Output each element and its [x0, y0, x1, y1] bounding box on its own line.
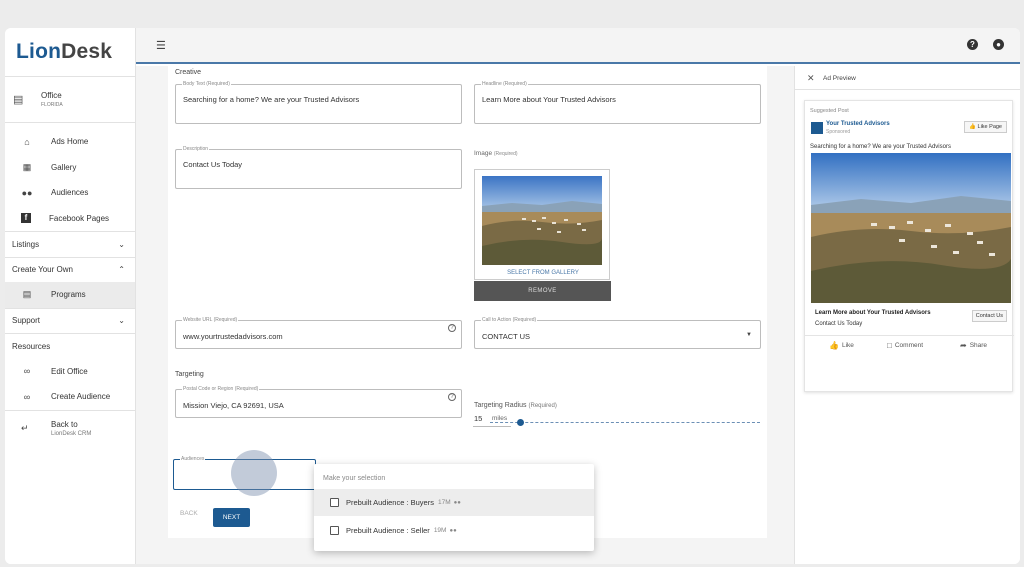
radius-slider-track[interactable]	[490, 422, 760, 423]
audience-option-buyers[interactable]: Prebuilt Audience : Buyers 17M ●●	[314, 489, 594, 516]
postal-code-field[interactable]: Postal Code or Region (Required) Mission…	[175, 386, 462, 418]
headline-field[interactable]: Headline (Required) Learn More about You…	[474, 81, 761, 124]
office-region: FLORIDA	[41, 102, 63, 108]
top-bar: ☰ ? ●	[136, 28, 1020, 64]
audience-dropdown: Make your selection Prebuilt Audience : …	[314, 464, 594, 551]
image-picker: SELECT FROM GALLERY	[474, 169, 610, 280]
people-icon: ●●	[21, 187, 33, 198]
sidebar-section-support[interactable]: Support ⌄	[5, 307, 135, 334]
liondesk-logo[interactable]: Li o n Desk	[5, 28, 135, 76]
people-icon: ●●	[453, 499, 461, 506]
home-icon: ⌂	[24, 136, 30, 147]
gallery-icon: ▦	[22, 161, 32, 172]
caret-down-icon: ▼	[746, 332, 752, 338]
facebook-post-preview: Suggested Post Your Trusted Advisors Spo…	[804, 100, 1014, 392]
dropdown-header: Make your selection	[323, 475, 386, 482]
office-name: Office	[41, 91, 62, 100]
checkbox[interactable]	[330, 498, 339, 507]
post-description: Contact Us Today	[815, 321, 863, 327]
sidebar-item-edit-office[interactable]: ∞ Edit Office	[5, 359, 135, 385]
thumbs-up-icon: 👍	[829, 341, 839, 350]
website-url-field[interactable]: Website URL (Required) www.yourtrustedad…	[175, 317, 462, 349]
share-icon: ➦	[960, 341, 967, 350]
selected-image	[482, 176, 602, 265]
building-icon: ▤	[13, 94, 24, 106]
sidebar-section-create-your-own[interactable]: Create Your Own ⌃	[5, 256, 135, 283]
post-headline: Learn More about Your Trusted Advisors	[815, 310, 931, 316]
sidebar-item-facebook-pages[interactable]: f Facebook Pages	[5, 206, 135, 232]
image-label: Image (Required)	[474, 150, 518, 157]
back-to-crm[interactable]: ↵ Back to LionDesk CRM	[5, 409, 135, 446]
main-content: Creative Body Text (Required) Searching …	[136, 66, 794, 564]
post-image	[811, 153, 1011, 303]
sidebar-section-listings[interactable]: Listings ⌄	[5, 231, 135, 257]
back-button[interactable]: BACK	[180, 510, 198, 517]
office-selector[interactable]: ▤ Office FLORIDA	[5, 77, 135, 123]
sidebar: Li o n Desk ▤ Office FLORIDA ⌂ Ads Home ▦ G…	[5, 28, 136, 564]
call-to-action-select[interactable]: Call to Action (Required) CONTACT US ▼	[474, 317, 761, 349]
help-icon[interactable]: ?	[448, 393, 456, 401]
return-arrow-icon: ↵	[21, 422, 29, 433]
sidebar-item-audiences[interactable]: ●● Audiences	[5, 180, 135, 206]
app-window: Li o n Desk ▤ Office FLORIDA ⌂ Ads Home ▦ G…	[5, 28, 1020, 564]
post-cta-button: Contact Us	[971, 310, 1007, 322]
sidebar-item-ads-home[interactable]: ⌂ Ads Home	[5, 129, 135, 155]
people-icon: ●●	[449, 527, 457, 534]
creative-section-label: Creative	[175, 69, 202, 76]
share-action: ➦ Share	[960, 341, 988, 350]
audience-option-seller[interactable]: Prebuilt Audience : Seller 19M ●●	[314, 517, 594, 544]
comment-icon: □	[887, 341, 892, 350]
sidebar-item-gallery[interactable]: ▦ Gallery	[5, 155, 135, 181]
chevron-down-icon: ⌄	[118, 239, 125, 249]
help-icon[interactable]: ?	[448, 324, 456, 332]
help-icon[interactable]: ?	[967, 39, 978, 50]
ad-form-card: Creative Body Text (Required) Searching …	[168, 66, 767, 551]
radius-value[interactable]: 15	[474, 414, 482, 423]
like-action: 👍 Like	[829, 341, 854, 350]
link-icon: ∞	[23, 366, 31, 377]
post-body: Searching for a home? We are your Truste…	[810, 144, 951, 150]
facebook-icon: f	[21, 213, 31, 224]
radius-slider-handle[interactable]	[517, 419, 524, 426]
body-text-field[interactable]: Body Text (Required) Searching for a hom…	[175, 81, 462, 124]
chevron-up-icon: ⌃	[118, 265, 125, 275]
like-page-button: 👍 Like Page	[964, 121, 1007, 133]
sidebar-section-resources: Resources	[5, 333, 135, 359]
sidebar-item-create-audience[interactable]: ∞ Create Audience	[5, 384, 135, 410]
next-button[interactable]: NEXT	[213, 508, 250, 527]
page-avatar	[811, 122, 823, 134]
close-icon[interactable]: ✕	[807, 73, 815, 84]
preview-header: ✕ Ad Preview	[795, 66, 1020, 90]
account-icon[interactable]: ●	[993, 39, 1004, 50]
sidebar-item-programs[interactable]: ▤ Programs	[5, 282, 135, 308]
link-icon: ∞	[23, 391, 31, 402]
comment-action: □ Comment	[887, 341, 924, 350]
card-icon: ▤	[22, 289, 32, 300]
radius-unit: miles	[492, 415, 508, 422]
menu-icon[interactable]: ☰	[156, 39, 166, 52]
description-field[interactable]: Description Contact Us Today	[175, 146, 462, 189]
select-from-gallery-link[interactable]: SELECT FROM GALLERY	[475, 270, 611, 276]
ad-preview-panel: ✕ Ad Preview Suggested Post Your Trusted…	[794, 66, 1020, 564]
chevron-down-icon: ⌄	[118, 316, 125, 326]
checkbox[interactable]	[330, 526, 339, 535]
targeting-radius-label: Targeting Radius (Required)	[474, 402, 557, 409]
cursor-highlight	[231, 450, 277, 496]
targeting-section-label: Targeting	[175, 371, 204, 378]
remove-image-button[interactable]: REMOVE	[474, 281, 611, 301]
preview-title: Ad Preview	[823, 75, 856, 82]
page-name: Your Trusted Advisors	[826, 121, 890, 127]
thumbs-up-icon: 👍	[969, 124, 976, 130]
